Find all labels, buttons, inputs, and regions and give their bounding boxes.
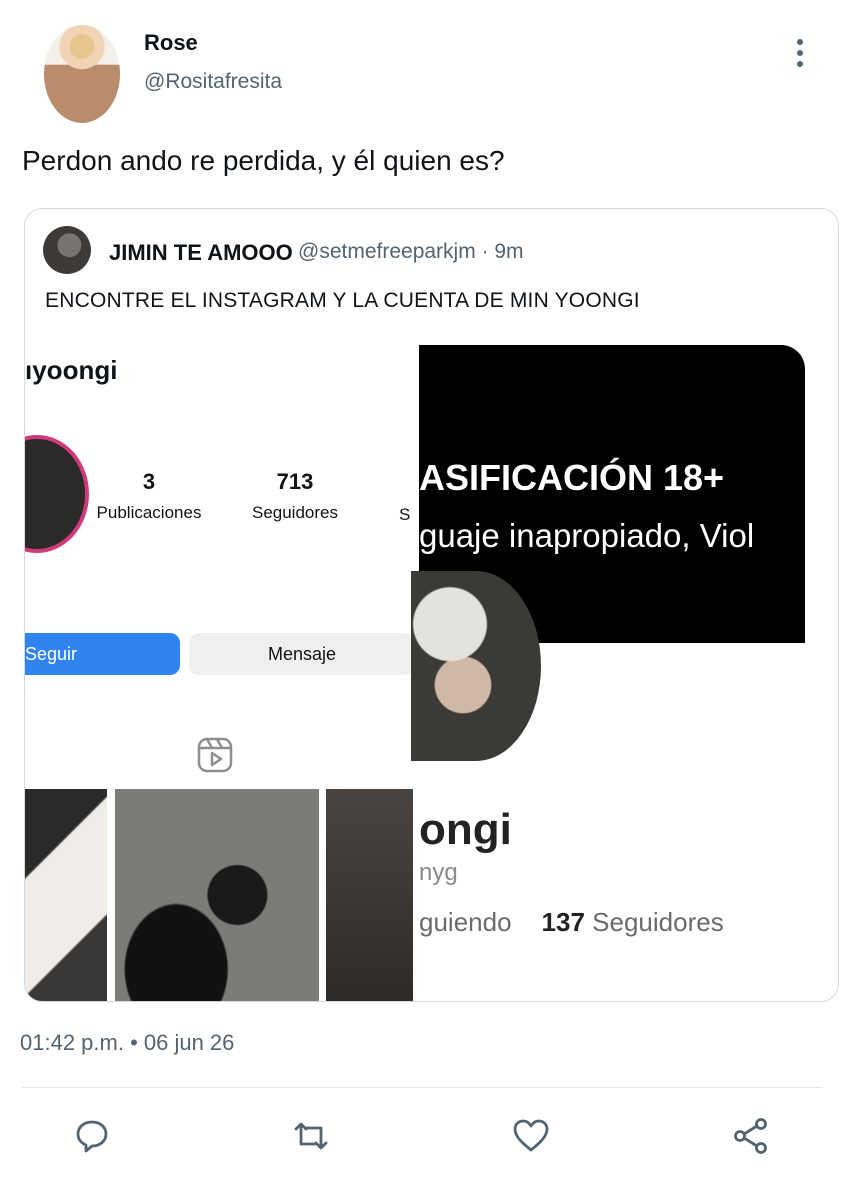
followers-count: 137: [541, 907, 585, 937]
tweet-timestamp[interactable]: 01:42 p.m. • 06 jun 26: [20, 1030, 234, 1056]
quoted-tweet-text: ENCONTRE EL INSTAGRAM Y LA CUENTA DE MIN…: [45, 289, 640, 312]
share-icon[interactable]: [731, 1116, 771, 1156]
reply-icon[interactable]: [72, 1116, 112, 1156]
like-icon[interactable]: [511, 1116, 551, 1156]
ig-followers-stat: 713 Seguidores: [235, 469, 355, 523]
quoted-tweet-card[interactable]: JIMIN TE AMOOO @setmefreeparkjm · 9m ENC…: [24, 208, 839, 1002]
twitter-profile-stats: guiendo 137 Seguidores: [419, 907, 724, 938]
ig-post-thumbnail: [115, 789, 319, 1001]
ig-follow-button: Seguir: [25, 633, 180, 675]
author-handle[interactable]: @Rositafresita: [144, 70, 282, 94]
quoted-author-handle: @setmefreeparkjm · 9m: [298, 240, 524, 263]
more-options-icon[interactable]: [788, 36, 812, 68]
ig-profile-picture: [25, 435, 89, 553]
tweet-text: Perdon ando re perdida, y él quien es?: [22, 145, 505, 176]
following-label: guiendo: [419, 907, 512, 937]
ig-message-button: Mensaje: [189, 633, 413, 675]
quoted-author-name: JIMIN TE AMOOO: [109, 240, 293, 265]
divider: [22, 1087, 822, 1088]
reels-icon: [197, 737, 233, 773]
ig-username: ıyoongi: [25, 355, 118, 385]
ig-followers-label: Seguidores: [251, 503, 338, 522]
twitter-profile-handle: nyg: [419, 859, 458, 886]
instagram-screenshot-left: ıyoongi 3 Publicaciones 713 Seguidores S…: [25, 339, 413, 1001]
followers-label: Seguidores: [592, 907, 724, 937]
ig-post-thumbnail: [326, 789, 413, 1001]
author-avatar[interactable]: [44, 25, 120, 123]
banner-rating-text: ASIFICACIÓN 18+: [419, 457, 725, 498]
ig-followers-count: 713: [276, 469, 314, 494]
twitter-profile-name: ongi: [419, 805, 512, 854]
ig-posts-count: 3: [142, 469, 156, 494]
ig-following-label-cut: S: [399, 505, 411, 524]
ig-posts-stat: 3 Publicaciones: [89, 469, 209, 523]
banner-warning-text: guaje inapropiado, Viol: [419, 517, 755, 554]
ig-posts-label: Publicaciones: [96, 503, 202, 522]
quoted-author-avatar: [43, 226, 91, 274]
retweet-icon[interactable]: [291, 1116, 331, 1156]
author-name[interactable]: Rose: [144, 30, 198, 56]
ig-post-thumbnail: [25, 789, 107, 1001]
twitter-profile-picture: [411, 571, 541, 761]
